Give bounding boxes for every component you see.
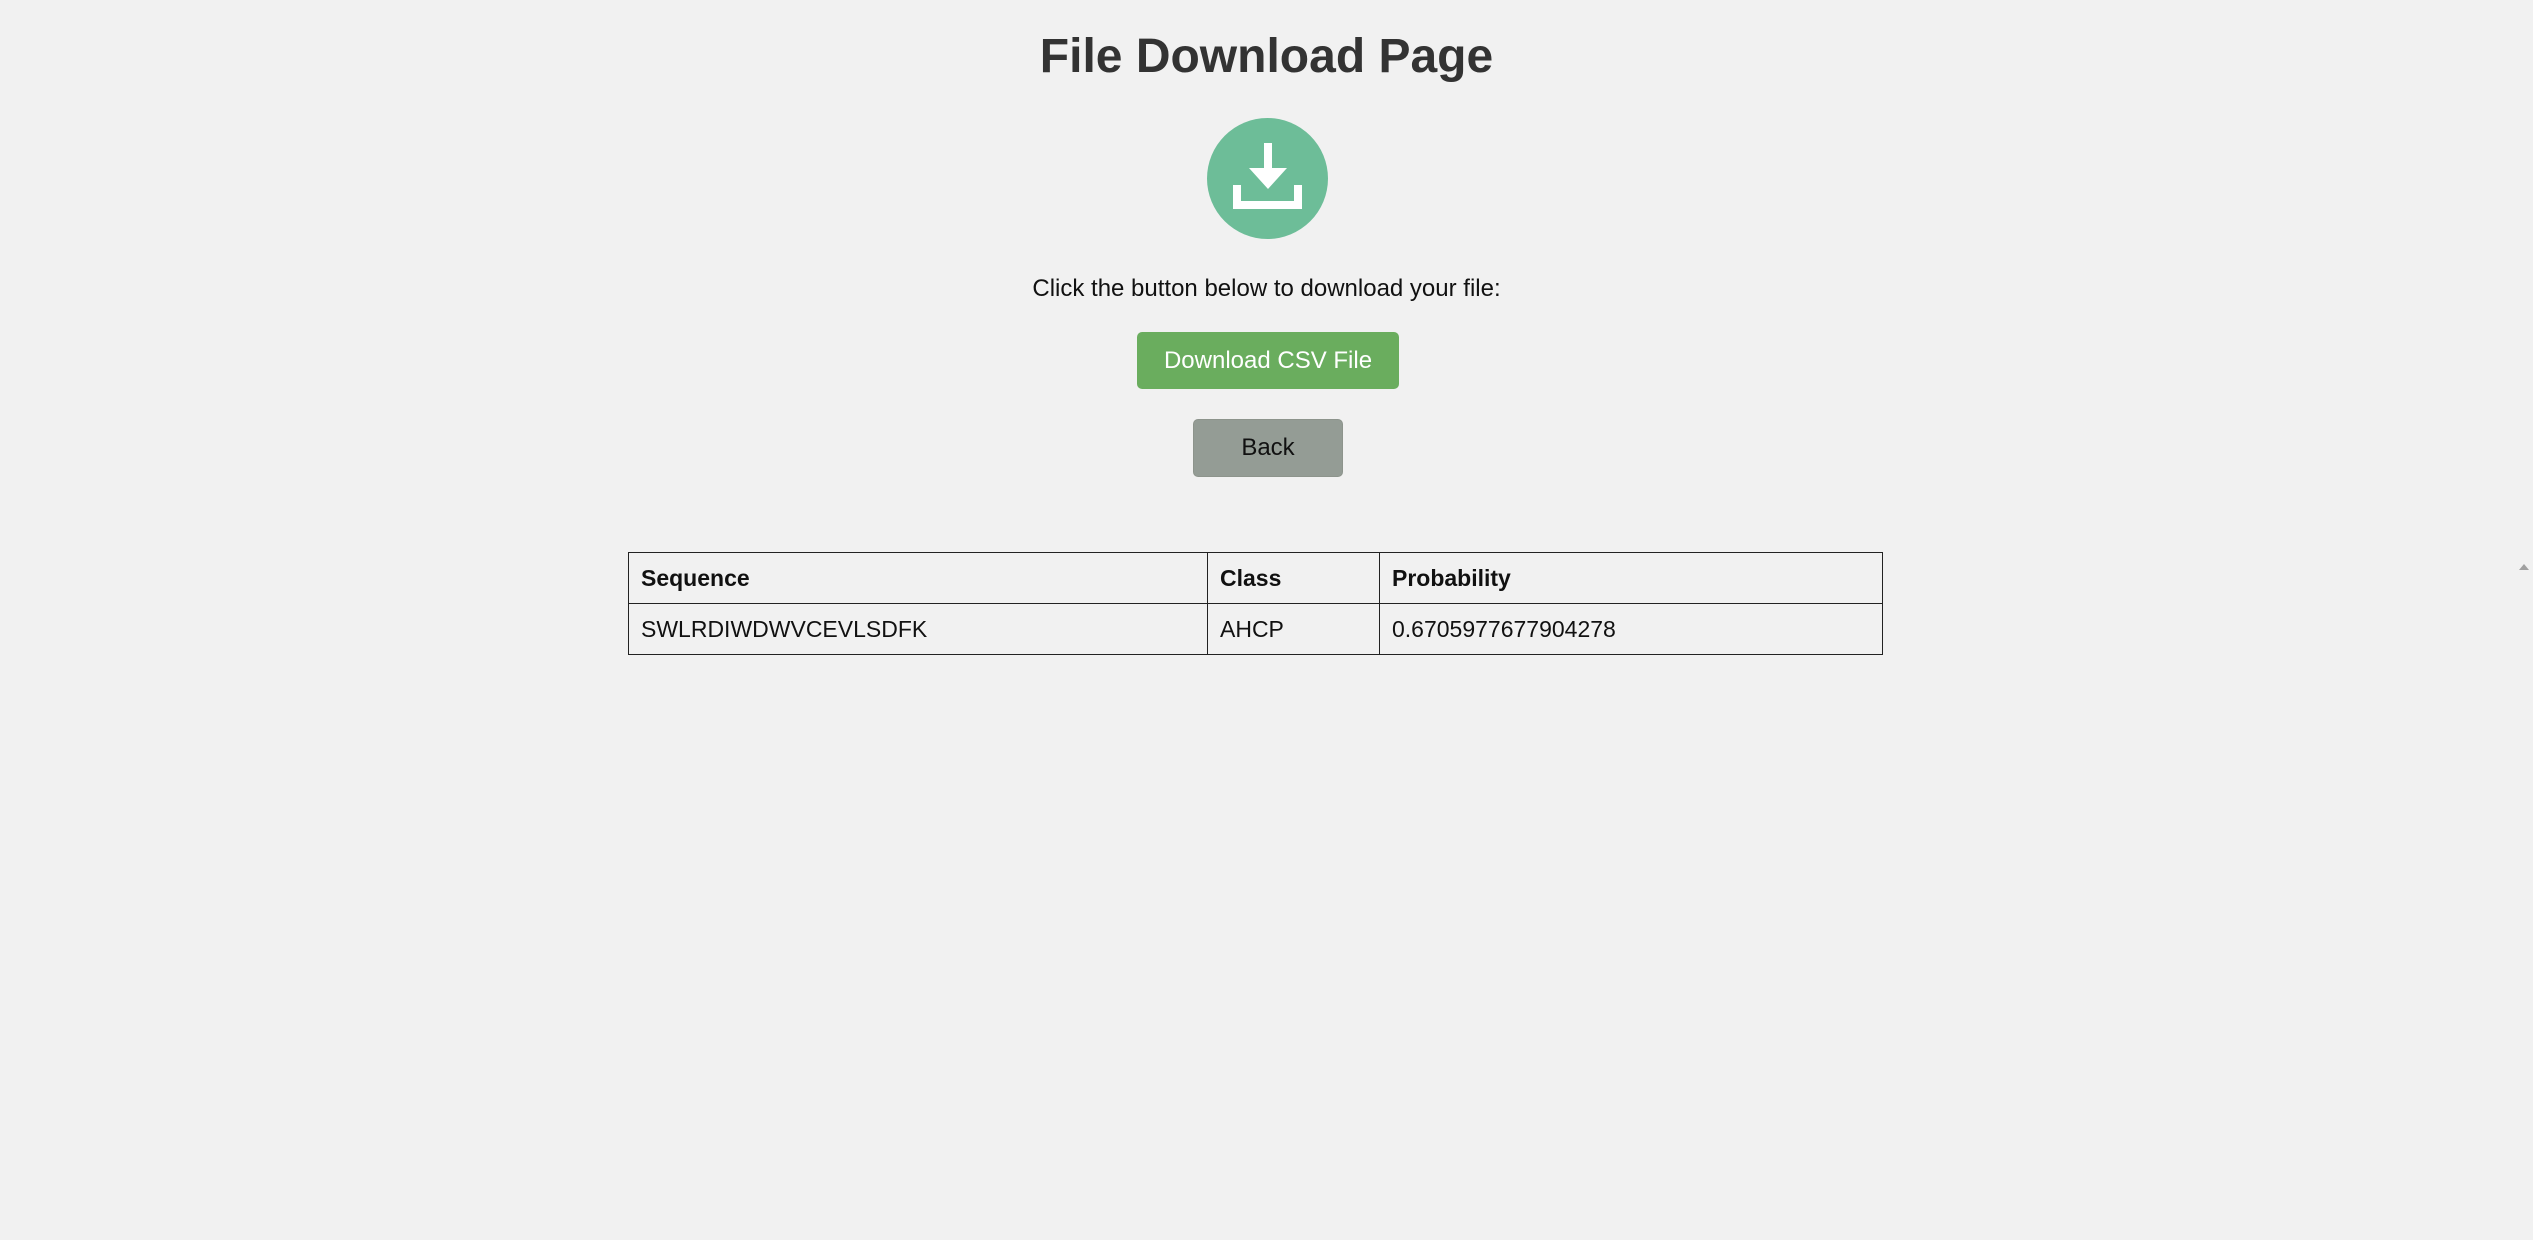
header-probability: Probability: [1379, 552, 1883, 604]
cell-sequence: SWLRDIWDWVCEVLSDFK: [628, 603, 1208, 655]
results-table: Sequence Class Probability SWLRDIWDWVCEV…: [628, 552, 1883, 655]
header-class: Class: [1207, 552, 1380, 604]
header-sequence: Sequence: [628, 552, 1208, 604]
page-title: File Download Page: [1039, 30, 1494, 83]
download-csv-button[interactable]: Download CSV File: [1137, 332, 1399, 389]
cell-probability: 0.6705977677904278: [1379, 603, 1883, 655]
table-header-row: Sequence Class Probability: [628, 552, 1883, 604]
download-icon: [1207, 118, 1328, 239]
cell-class: AHCP: [1207, 603, 1380, 655]
download-tray-icon: [1233, 143, 1302, 209]
table-row: SWLRDIWDWVCEVLSDFK AHCP 0.67059776779042…: [628, 603, 1883, 655]
download-instruction: Click the button below to download your …: [1032, 275, 1501, 302]
download-page: File Download Page Click the button belo…: [0, 0, 2533, 1240]
scroll-up-arrow-icon[interactable]: [2515, 558, 2533, 576]
back-button[interactable]: Back: [1193, 419, 1343, 477]
